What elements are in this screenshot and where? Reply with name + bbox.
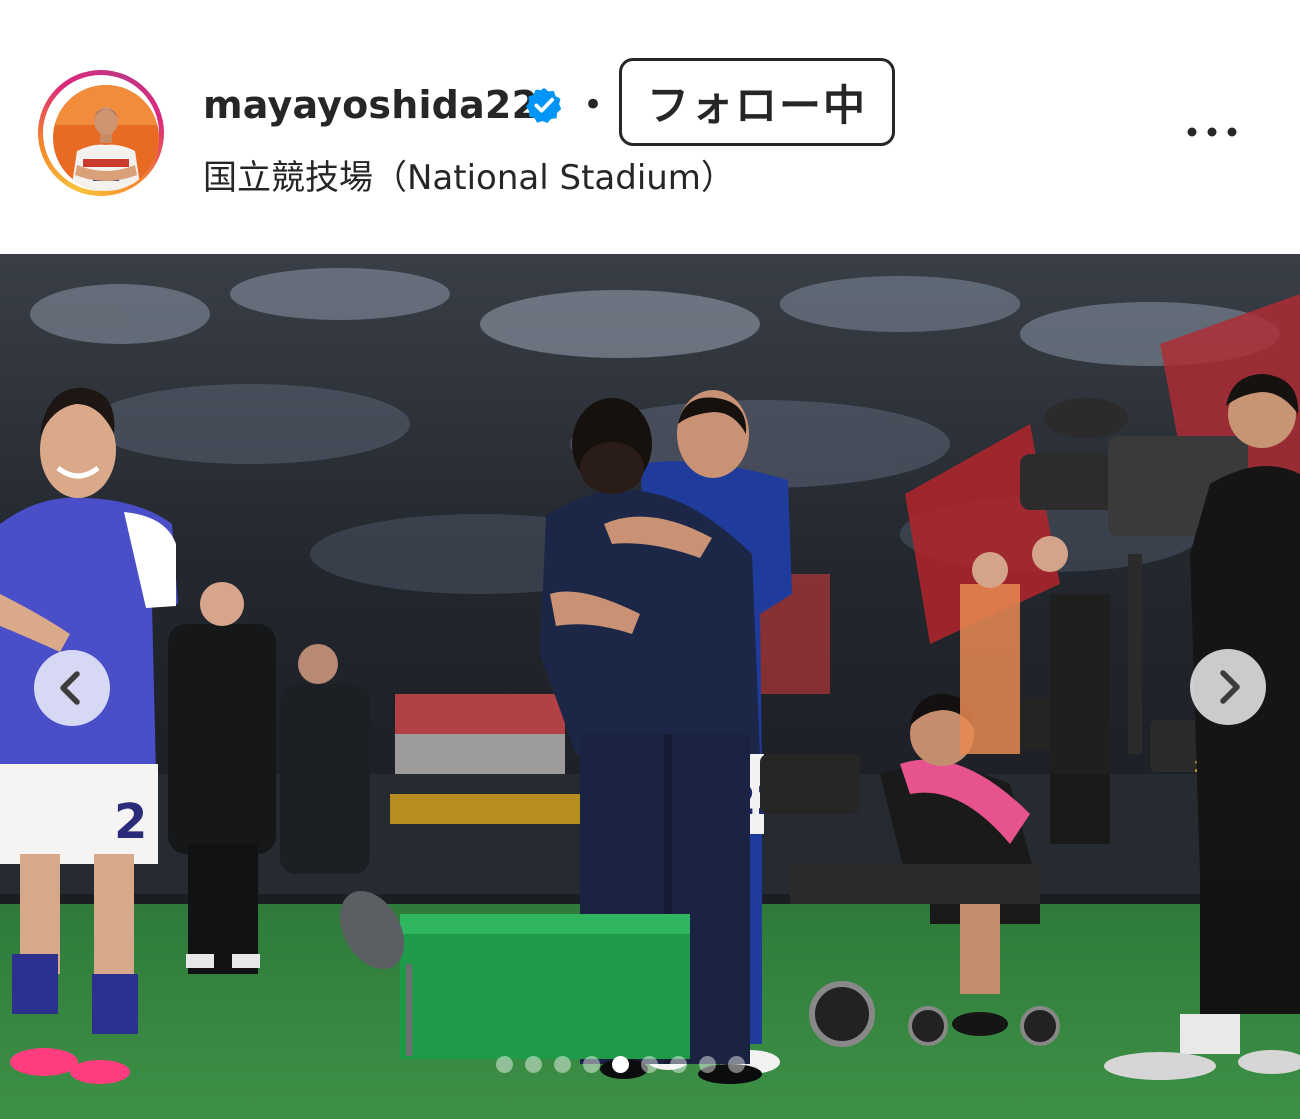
username[interactable]: mayayoshida22	[203, 79, 538, 131]
post-header: mayayoshida22 • フォロー中 国立競技場（National Sta…	[0, 0, 1300, 254]
avatar[interactable]	[53, 85, 159, 191]
separator-dot: •	[583, 85, 604, 125]
svg-text:2: 2	[114, 794, 147, 850]
chevron-right-icon	[1220, 670, 1240, 704]
more-options-icon[interactable]	[1180, 110, 1244, 154]
carousel-dot[interactable]	[728, 1055, 745, 1073]
carousel-next-button[interactable]	[1190, 649, 1266, 725]
story-ring[interactable]	[38, 70, 164, 196]
carousel-dot[interactable]	[641, 1055, 658, 1073]
location-link[interactable]: 国立競技場（National Stadium）	[203, 152, 735, 204]
carousel-dot[interactable]	[583, 1055, 600, 1073]
carousel-dot[interactable]	[525, 1055, 542, 1073]
carousel-dot[interactable]	[699, 1055, 716, 1073]
chevron-left-icon	[60, 671, 80, 705]
carousel-dot[interactable]	[554, 1055, 571, 1073]
carousel-dot-active[interactable]	[612, 1055, 629, 1073]
avatar-image	[53, 85, 159, 191]
carousel-indicator	[496, 1054, 745, 1074]
carousel-dot[interactable]	[670, 1055, 687, 1073]
verified-badge-icon	[525, 86, 563, 124]
post-photo[interactable]: 2 22	[0, 254, 1300, 1119]
carousel-dot[interactable]	[496, 1055, 513, 1073]
carousel-prev-button[interactable]	[34, 650, 110, 726]
following-button[interactable]: フォロー中	[619, 58, 895, 146]
stadium-scene: 2 22	[0, 254, 1300, 1119]
